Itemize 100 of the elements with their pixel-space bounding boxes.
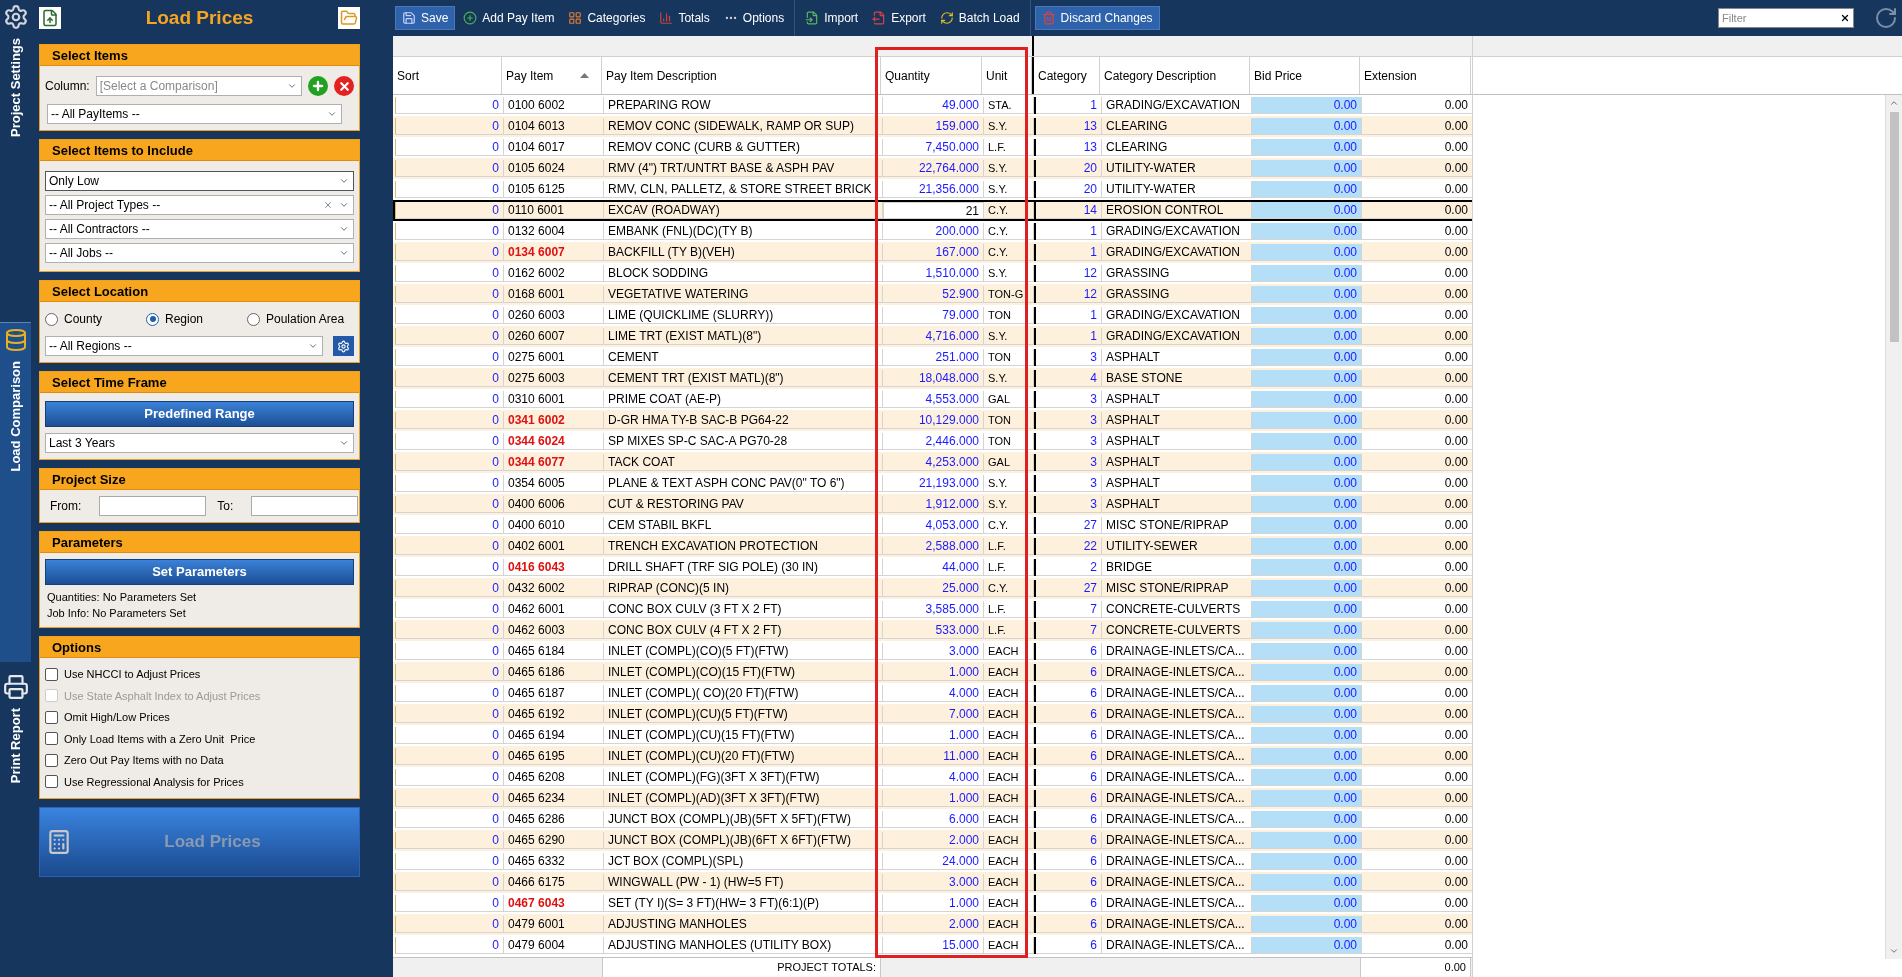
table-cell[interactable]: 0.00 xyxy=(1252,475,1362,492)
checkbox[interactable] xyxy=(45,775,58,789)
side-tab[interactable]: Load Comparison xyxy=(0,322,31,662)
table-row[interactable]: 0 0462 6003 CONC BOX CULV (4 FT X 2 FT) 533.000 L.F. 7 CONCRETE-CULVERTS 0.00 0.00 xyxy=(393,620,1472,641)
dropdown[interactable]: -- All Contractors -- xyxy=(45,219,354,239)
column-header[interactable]: Sort xyxy=(393,57,502,94)
table-row[interactable]: 0 0465 6208 INLET (COMPL)(FG)(3FT X 3FT)(FTW) 4.000 EACH 6 DRAINAGE-INLETS/CA... 0.00 0.00 xyxy=(393,767,1472,788)
toolbar-button[interactable]: Export xyxy=(866,6,932,30)
table-cell[interactable]: 0.00 xyxy=(1252,223,1362,240)
table-cell[interactable]: 0.00 xyxy=(1252,853,1362,870)
table-row[interactable]: 0 0479 6001 ADJUSTING MANHOLES 2.000 EACH 6 DRAINAGE-INLETS/CA... 0.00 0.00 xyxy=(393,914,1472,935)
table-cell[interactable]: 0.00 xyxy=(1252,706,1362,723)
table-row[interactable]: 0 0465 6187 INLET (COMPL)( CO)(20 FT)(FTW) 4.000 EACH 6 DRAINAGE-INLETS/CA... 0.00 0.00 xyxy=(393,683,1472,704)
table-cell[interactable]: 0.00 xyxy=(1252,433,1362,450)
column-header[interactable]: Pay Item xyxy=(502,57,602,94)
table-cell[interactable]: 0.00 xyxy=(1252,937,1362,954)
table-row[interactable]: 0 0465 6234 INLET (COMPL)(AD)(3FT X 3FT)(FTW) 1.000 EACH 6 DRAINAGE-INLETS/CA... 0.00 0.00 xyxy=(393,788,1472,809)
toolbar-button[interactable]: Discard Changes xyxy=(1034,6,1160,30)
table-row[interactable]: 0 0465 6290 JUNCT BOX (COMPL)(JB)(6FT X 6FT)(FTW) 2.000 EACH 6 DRAINAGE-INLETS/CA... 0.00 0.00 xyxy=(393,830,1472,851)
dropdown[interactable]: [Select a Comparison] xyxy=(95,76,302,96)
radio-button[interactable] xyxy=(247,312,260,326)
dropdown[interactable]: -- All PayItems -- xyxy=(47,104,342,124)
table-cell[interactable]: 0.00 xyxy=(1252,496,1362,513)
clear-icon[interactable] xyxy=(1840,13,1850,23)
table-cell[interactable]: 0.00 xyxy=(1252,454,1362,471)
toolbar-button[interactable]: Save xyxy=(395,6,456,30)
checkbox[interactable] xyxy=(45,753,58,767)
table-cell[interactable]: 0.00 xyxy=(1252,790,1362,807)
table-row[interactable]: 0 0168 6001 VEGETATIVE WATERING 52.900 TON-G 12 GRASSING 0.00 0.00 xyxy=(393,284,1472,305)
save-file-icon[interactable] xyxy=(39,7,61,29)
side-tab[interactable]: Print Report xyxy=(0,670,31,810)
table-row[interactable]: 0 0105 6024 RMV (4") TRT/UNTRT BASE & ASPH PAV 22,764.000 S.Y. 20 UTILITY-WATER 0.00 0.00 xyxy=(393,158,1472,179)
table-cell[interactable]: 0.00 xyxy=(1252,538,1362,555)
table-cell[interactable]: 0.00 xyxy=(1252,916,1362,933)
table-cell[interactable]: 0.00 xyxy=(1252,160,1362,177)
table-cell[interactable]: 0.00 xyxy=(1252,118,1362,135)
table-row[interactable]: 0 0104 6017 REMOV CONC (CURB & GUTTER) 7,450.000 L.F. 13 CLEARING 0.00 0.00 xyxy=(393,137,1472,158)
table-cell[interactable]: 0.00 xyxy=(1252,265,1362,282)
table-cell[interactable]: 0.00 xyxy=(1252,139,1362,156)
table-row[interactable]: 0 0465 6286 JUNCT BOX (COMPL)(JB)(5FT X 5FT)(FTW) 6.000 EACH 6 DRAINAGE-INLETS/CA... 0.00 0.00 xyxy=(393,809,1472,830)
table-row[interactable]: 0 0162 6002 BLOCK SODDING 1,510.000 S.Y. 12 GRASSING 0.00 0.00 xyxy=(393,263,1472,284)
table-row[interactable]: 0 0467 6043 SET (TY I)(S= 3 FT)(HW= 3 FT)(6:1)(P) 1.000 EACH 6 DRAINAGE-INLETS/CA... 0.00 0.00 xyxy=(393,893,1472,914)
table-row[interactable]: 0 0132 6004 EMBANK (FNL)(DC)(TY B) 200.000 C.Y. 1 GRADING/EXCAVATION 0.00 0.00 xyxy=(393,221,1472,242)
table-row[interactable]: 0 0400 6006 CUT & RESTORING PAV 1,912.000 S.Y. 3 ASPHALT 0.00 0.00 xyxy=(393,494,1472,515)
table-cell[interactable]: 0.00 xyxy=(1252,811,1362,828)
dropdown[interactable]: Only Low xyxy=(45,171,354,191)
table-cell[interactable]: 0.00 xyxy=(1252,328,1362,345)
table-row[interactable]: 0 0100 6002 PREPARING ROW 49.000 STA. 1 GRADING/EXCAVATION 0.00 0.00 xyxy=(393,95,1472,116)
table-cell[interactable]: 0.00 xyxy=(1252,622,1362,639)
remove-icon[interactable] xyxy=(334,76,354,96)
table-row[interactable]: 0 0400 6010 CEM STABIL BKFL 4,053.000 C.Y. 27 MISC STONE/RIPRAP 0.00 0.00 xyxy=(393,515,1472,536)
table-cell[interactable]: 0.00 xyxy=(1252,769,1362,786)
table-row[interactable]: 0 0104 6013 REMOV CONC (SIDEWALK, RAMP OR SUP) 159.000 S.Y. 13 CLEARING 0.00 0.00 xyxy=(393,116,1472,137)
side-tab[interactable]: Project Settings xyxy=(0,0,31,322)
table-row[interactable]: 0 0354 6005 PLANE & TEXT ASPH CONC PAV(0" TO 6") 21,193.000 S.Y. 3 ASPHALT 0.00 0.00 xyxy=(393,473,1472,494)
column-header[interactable]: Quantity xyxy=(881,57,982,94)
table-cell[interactable]: 0.00 xyxy=(1252,286,1362,303)
table-cell[interactable]: 0.00 xyxy=(1252,580,1362,597)
table-cell[interactable]: 0.00 xyxy=(1252,727,1362,744)
table-cell[interactable]: 0.00 xyxy=(1252,307,1362,324)
scroll-up-icon[interactable] xyxy=(1889,98,1899,108)
table-row[interactable]: 0 0275 6003 CEMENT TRT (EXIST MATL)(8") 18,048.000 S.Y. 4 BASE STONE 0.00 0.00 xyxy=(393,368,1472,389)
table-cell[interactable]: 0.00 xyxy=(1252,832,1362,849)
filter-field[interactable]: Filter xyxy=(1718,8,1854,28)
column-header[interactable]: Category Description xyxy=(1100,57,1250,94)
table-row[interactable]: 0 0466 6175 WINGWALL (PW - 1) (HW=5 FT) 3.000 EACH 6 DRAINAGE-INLETS/CA... 0.00 0.00 xyxy=(393,872,1472,893)
dropdown[interactable]: Last 3 Years xyxy=(45,433,354,453)
table-row[interactable]: 0 0432 6002 RIPRAP (CONC)(5 IN) 25.000 C.Y. 27 MISC STONE/RIPRAP 0.00 0.00 xyxy=(393,578,1472,599)
toolbar-button[interactable]: Totals xyxy=(653,6,716,30)
dropdown[interactable]: -- All Regions -- xyxy=(45,336,323,356)
table-cell[interactable]: 0.00 xyxy=(1252,181,1362,198)
table-cell[interactable]: 0.00 xyxy=(1252,370,1362,387)
table-row[interactable]: 0 0341 6002 D-GR HMA TY-B SAC-B PG64-22 10,129.000 TON 3 ASPHALT 0.00 0.00 xyxy=(393,410,1472,431)
table-row[interactable]: 0 0260 6007 LIME TRT (EXIST MATL)(8") 4,716.000 S.Y. 1 GRADING/EXCAVATION 0.00 0.00 xyxy=(393,326,1472,347)
table-row[interactable]: 0 0465 6194 INLET (COMPL)(CU)(15 FT)(FTW) 1.000 EACH 6 DRAINAGE-INLETS/CA... 0.00 0.00 xyxy=(393,725,1472,746)
table-cell[interactable]: 0.00 xyxy=(1252,874,1362,891)
table-cell[interactable]: 0.00 xyxy=(1252,559,1362,576)
add-icon[interactable] xyxy=(308,76,328,96)
folder-icon[interactable] xyxy=(338,7,360,29)
table-row[interactable]: 0 0465 6332 JCT BOX (COMPL)(SPL) 24.000 EACH 6 DRAINAGE-INLETS/CA... 0.00 0.00 xyxy=(393,851,1472,872)
table-row[interactable]: 0 0465 6195 INLET (COMPL)(CU)(20 FT)(FTW) 11.000 EACH 6 DRAINAGE-INLETS/CA... 0.00 0.00 xyxy=(393,746,1472,767)
scrollbar[interactable] xyxy=(1885,95,1902,959)
table-cell[interactable]: 0.00 xyxy=(1252,202,1362,219)
table-row[interactable]: 0 0416 6043 DRILL SHAFT (TRF SIG POLE) (30 IN) 44.000 L.F. 2 BRIDGE 0.00 0.00 xyxy=(393,557,1472,578)
scroll-down-icon[interactable] xyxy=(1889,946,1899,956)
column-header[interactable]: Pay Item Description xyxy=(602,57,881,94)
table-row[interactable]: 0 0344 6024 SP MIXES SP-C SAC-A PG70-28 2,446.000 TON 3 ASPHALT 0.00 0.00 xyxy=(393,431,1472,452)
set-parameters-button[interactable]: Set Parameters xyxy=(45,559,354,585)
table-row[interactable]: 0 0465 6186 INLET (COMPL)(CO)(15 FT)(FTW) 1.000 EACH 6 DRAINAGE-INLETS/CA... 0.00 0.00 xyxy=(393,662,1472,683)
table-row[interactable]: 0 0310 6001 PRIME COAT (AE-P) 4,553.000 GAL 3 ASPHALT 0.00 0.00 xyxy=(393,389,1472,410)
column-header[interactable]: Category xyxy=(1034,57,1100,94)
table-row[interactable]: 0 0134 6007 BACKFILL (TY B)(VEH) 167.000 C.Y. 1 GRADING/EXCAVATION 0.00 0.00 xyxy=(393,242,1472,263)
table-cell[interactable]: 0.00 xyxy=(1252,685,1362,702)
table-row[interactable]: 0 0462 6001 CONC BOX CULV (3 FT X 2 FT) 3,585.000 L.F. 7 CONCRETE-CULVERTS 0.00 0.00 xyxy=(393,599,1472,620)
table-row[interactable]: 0 0344 6077 TACK COAT 4,253.000 GAL 3 ASPHALT 0.00 0.00 xyxy=(393,452,1472,473)
table-cell[interactable]: 0.00 xyxy=(1252,391,1362,408)
table-row[interactable]: 0 0110 6001 EXCAV (ROADWAY) 21 C.Y. 14 EROSION CONTROL 0.00 0.00 xyxy=(393,200,1472,221)
table-cell[interactable]: 0.00 xyxy=(1252,97,1362,114)
range-button[interactable]: Predefined Range xyxy=(45,401,354,427)
table-cell[interactable]: 0.00 xyxy=(1252,748,1362,765)
